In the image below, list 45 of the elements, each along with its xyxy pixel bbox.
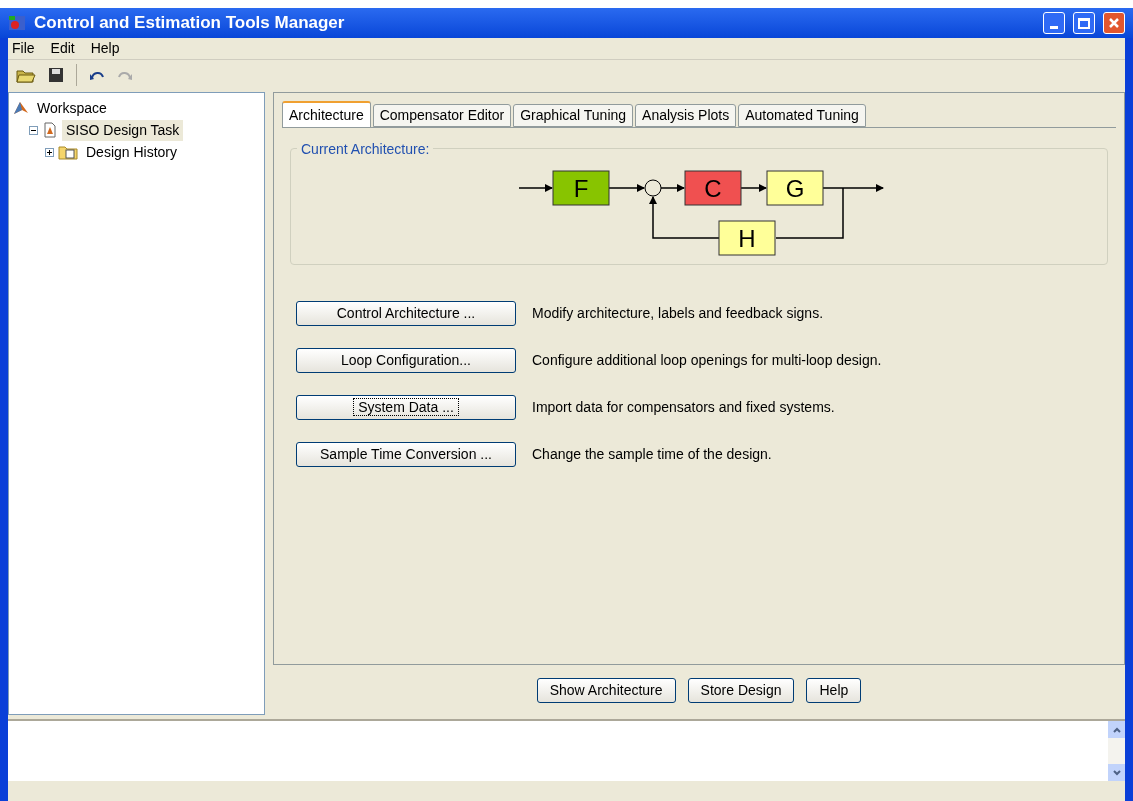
window-title: Control and Estimation Tools Manager	[34, 12, 346, 35]
dialog-button[interactable]: Store Design	[687, 677, 795, 703]
peak-icon	[13, 100, 29, 116]
maximize-button[interactable]	[1073, 12, 1095, 34]
action-button[interactable]: Loop Configuration...	[296, 348, 516, 373]
tree-item[interactable]: Workspace	[33, 97, 111, 119]
undo-icon[interactable]	[89, 69, 105, 81]
action-button[interactable]: System Data ...	[296, 395, 516, 420]
app-icon	[8, 14, 26, 32]
scroll-down-icon[interactable]	[1108, 764, 1125, 781]
action-description: Import data for compensators and fixed systems.	[532, 398, 835, 417]
minimize-button[interactable]	[1043, 12, 1065, 34]
block: C	[684, 170, 742, 206]
menu-item[interactable]: Edit	[50, 38, 75, 59]
tab[interactable]: Analysis Plots	[635, 104, 737, 127]
expand-icon[interactable]	[45, 147, 54, 157]
block: G	[766, 170, 824, 206]
dialog-button[interactable]: Show Architecture	[536, 677, 676, 703]
menu-item[interactable]: Help	[90, 38, 120, 59]
action-button[interactable]: Control Architecture ...	[296, 301, 516, 326]
block: F	[552, 170, 610, 206]
action-description: Configure additional loop openings for multi-loop design.	[532, 351, 882, 370]
action-description: Change the sample time of the design.	[532, 445, 772, 464]
tab[interactable]: Architecture	[282, 101, 371, 127]
close-button[interactable]	[1103, 12, 1125, 34]
folder-icon	[58, 144, 78, 160]
scroll-up-icon[interactable]	[1108, 721, 1125, 738]
summing-junction	[644, 179, 662, 197]
block: H	[718, 220, 776, 256]
tab[interactable]: Automated Tuning	[738, 104, 866, 127]
menu-item[interactable]: File	[12, 38, 35, 59]
scroll-bar[interactable]	[1108, 721, 1125, 781]
dialog-button[interactable]: Help	[806, 677, 862, 703]
action-button[interactable]: Sample Time Conversion ...	[296, 442, 516, 467]
tab[interactable]: Graphical Tuning	[513, 104, 634, 127]
save-icon[interactable]	[48, 67, 64, 83]
maximize-icon	[1078, 17, 1090, 29]
tree-item[interactable]: Design History	[82, 141, 182, 163]
tab[interactable]: Compensator Editor	[372, 104, 512, 127]
document-icon	[42, 122, 58, 138]
minimize-icon	[1050, 26, 1058, 29]
action-description: Modify architecture, labels and feedback signs.	[532, 304, 824, 323]
tree-item[interactable]: SISO Design Task	[62, 119, 184, 141]
collapse-icon[interactable]	[29, 125, 38, 135]
close-icon	[1108, 17, 1120, 29]
